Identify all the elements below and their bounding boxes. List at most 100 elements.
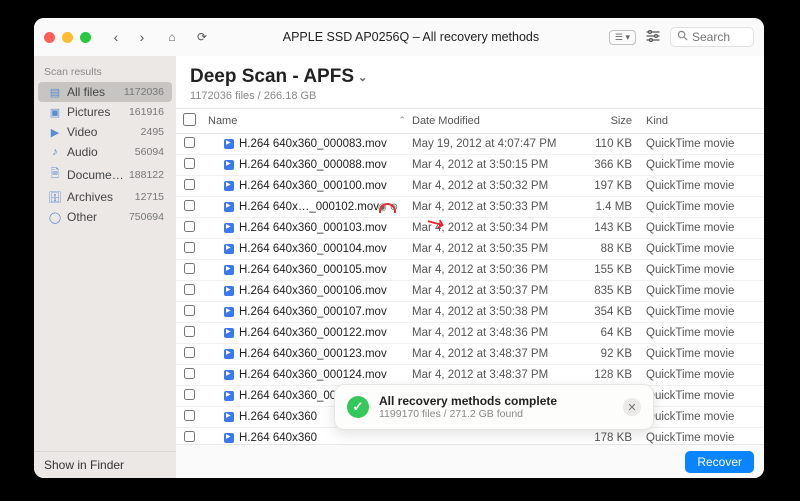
app-window: ‹ › ⌂ ⟳ APPLE SSD AP0256Q – All recovery…	[34, 18, 764, 478]
sidebar-item-documents[interactable]: 🗎Documents188122	[38, 162, 172, 187]
checkmark-icon: ✓	[347, 396, 369, 418]
file-name: H.264 640x360_000105.mov	[239, 264, 387, 276]
file-size: 178 KB	[576, 432, 640, 444]
close-window[interactable]	[44, 32, 55, 43]
table-row[interactable]: H.264 640x360_000107.movMar 4, 2012 at 3…	[176, 302, 764, 323]
video-file-icon	[224, 391, 234, 401]
file-kind: QuickTime movie	[640, 222, 764, 234]
sidebar-item-pictures[interactable]: ▣Pictures161916	[38, 102, 172, 122]
file-kind: QuickTime movie	[640, 201, 764, 213]
table-row[interactable]: H.264 640x360_000105.mov Mar 4, 2012 at 3…	[176, 260, 764, 281]
sidebar-item-label: Archives	[67, 190, 130, 204]
filter-icon[interactable]	[646, 30, 660, 45]
page-title[interactable]: Deep Scan - APFS ⌄	[190, 66, 750, 88]
page-title-text: Deep Scan - APFS	[190, 66, 354, 88]
home-icon[interactable]: ⌂	[161, 30, 183, 44]
sidebar-item-icon: 🗄	[48, 191, 62, 204]
video-file-icon	[224, 286, 234, 296]
table-row[interactable]: H.264 640x360_000123.movMar 4, 2012 at 3…	[176, 344, 764, 365]
sidebar-item-audio[interactable]: ♪Audio56094	[38, 142, 172, 162]
file-size: 155 KB	[576, 264, 640, 276]
row-checkbox[interactable]	[184, 242, 195, 253]
file-kind: QuickTime movie	[640, 306, 764, 318]
view-mode-icon[interactable]: ☰ ▾	[609, 30, 636, 45]
sidebar-item-video[interactable]: ▶Video2495	[38, 122, 172, 142]
recover-button[interactable]: Recover	[685, 451, 754, 473]
table-row[interactable]: H.264 640x…_000102.mov◉⊕Mar 4, 2012 at 3…	[176, 197, 764, 218]
search-icon	[677, 30, 688, 44]
window-title: APPLE SSD AP0256Q – All recovery methods	[221, 30, 601, 44]
video-file-icon	[224, 181, 234, 191]
video-file-icon	[224, 223, 234, 233]
col-kind[interactable]: Kind	[640, 115, 764, 127]
file-size: 143 KB	[576, 222, 640, 234]
table-row[interactable]: H.264 640x360_000124.movMar 4, 2012 at 3…	[176, 365, 764, 386]
play-icon[interactable]: ⊕	[390, 202, 398, 213]
zoom-window[interactable]	[80, 32, 91, 43]
file-kind: QuickTime movie	[640, 369, 764, 381]
row-checkbox[interactable]	[184, 305, 195, 316]
nav-back[interactable]: ‹	[105, 29, 127, 45]
table-row[interactable]: H.264 640x360_000088.movMar 4, 2012 at 3…	[176, 155, 764, 176]
row-checkbox[interactable]	[184, 431, 195, 442]
search-field[interactable]	[670, 27, 754, 47]
video-file-icon	[224, 307, 234, 317]
select-all-checkbox[interactable]	[183, 113, 196, 126]
table-row[interactable]: H.264 640x360_000104.movMar 4, 2012 at 3…	[176, 239, 764, 260]
table-row[interactable]: H.264 640x360_000106.movMar 4, 2012 at 3…	[176, 281, 764, 302]
row-checkbox[interactable]	[184, 326, 195, 337]
video-file-icon	[224, 328, 234, 338]
preview-icon[interactable]: ◉	[378, 202, 387, 213]
toast-close-icon[interactable]: ✕	[623, 398, 641, 416]
file-date: Mar 4, 2012 at 3:48:37 PM	[412, 348, 576, 360]
toolbar: ‹ › ⌂ ⟳ APPLE SSD AP0256Q – All recovery…	[34, 18, 764, 56]
row-checkbox[interactable]	[184, 410, 195, 421]
table-row[interactable]: H.264 640x360_000083.movMay 19, 2012 at …	[176, 134, 764, 155]
file-name: H.264 640x360_000124.mov	[239, 369, 387, 381]
video-file-icon	[224, 265, 234, 275]
row-checkbox[interactable]	[184, 221, 195, 232]
sidebar-item-icon: ◯	[48, 211, 62, 224]
row-checkbox[interactable]	[184, 284, 195, 295]
search-input[interactable]	[692, 30, 747, 44]
sidebar-item-other[interactable]: ◯Other750694	[38, 207, 172, 227]
file-kind: QuickTime movie	[640, 264, 764, 276]
sidebar-item-all-files[interactable]: ▤All files1172036	[38, 82, 172, 102]
row-checkbox[interactable]	[184, 179, 195, 190]
file-date: Mar 4, 2012 at 3:50:36 PM	[412, 264, 576, 276]
video-file-icon	[224, 202, 234, 212]
sidebar-item-label: Audio	[67, 145, 130, 159]
row-checkbox[interactable]	[184, 137, 195, 148]
nav-forward[interactable]: ›	[131, 29, 153, 45]
video-file-icon	[224, 244, 234, 254]
file-name: H.264 640x360_000107.mov	[239, 306, 387, 318]
file-date: Mar 4, 2012 at 3:50:34 PM	[412, 222, 576, 234]
sidebar-item-archives[interactable]: 🗄Archives12715	[38, 187, 172, 207]
row-checkbox[interactable]	[184, 158, 195, 169]
col-date[interactable]: Date Modified	[412, 115, 576, 127]
row-checkbox[interactable]	[184, 263, 195, 274]
file-name: H.264 640x360_000104.mov	[239, 243, 387, 255]
col-size[interactable]: Size	[576, 115, 640, 127]
row-checkbox[interactable]	[184, 347, 195, 358]
history-icon[interactable]: ⟳	[191, 30, 213, 44]
sidebar-item-label: All files	[67, 85, 119, 99]
show-in-finder[interactable]: Show in Finder	[34, 451, 176, 478]
row-checkbox[interactable]	[184, 368, 195, 379]
col-name[interactable]: Name	[208, 115, 237, 127]
toast-detail: 1199170 files / 271.2 GB found	[379, 408, 613, 420]
row-checkbox[interactable]	[184, 389, 195, 400]
table-row[interactable]: H.264 640x360178 KBQuickTime movie	[176, 428, 764, 444]
title-dropdown-icon[interactable]: ⌄	[358, 71, 367, 84]
file-kind: QuickTime movie	[640, 390, 764, 402]
sidebar-item-label: Documents	[67, 168, 124, 182]
video-file-icon	[224, 412, 234, 422]
file-date: May 19, 2012 at 4:07:47 PM	[412, 138, 576, 150]
table-row[interactable]: H.264 640x360_000122.movMar 4, 2012 at 3…	[176, 323, 764, 344]
video-file-icon	[224, 349, 234, 359]
row-checkbox[interactable]	[184, 200, 195, 211]
sidebar-item-label: Other	[67, 210, 124, 224]
table-row[interactable]: H.264 640x360_000103.movMar 4, 2012 at 3…	[176, 218, 764, 239]
minimize-window[interactable]	[62, 32, 73, 43]
table-row[interactable]: H.264 640x360_000100.movMar 4, 2012 at 3…	[176, 176, 764, 197]
